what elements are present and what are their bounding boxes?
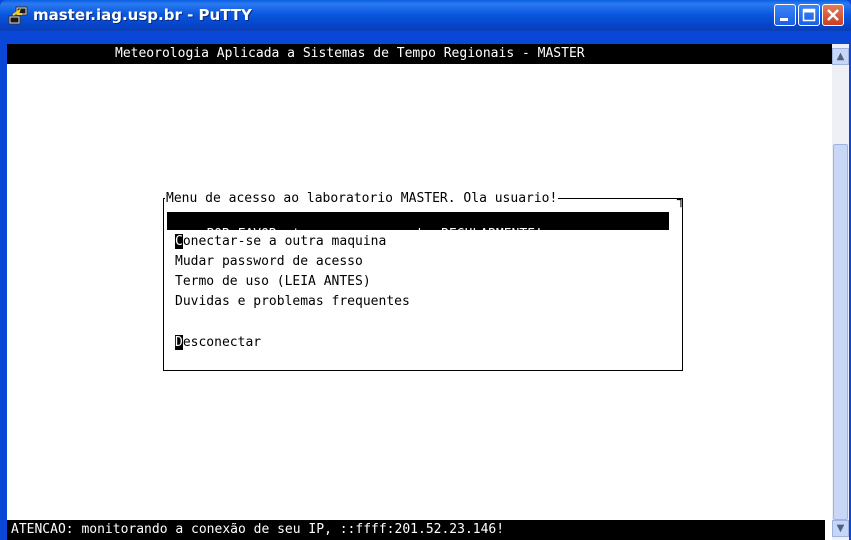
close-button[interactable] bbox=[822, 4, 844, 26]
maximize-icon bbox=[802, 8, 816, 22]
menu-item-connect[interactable]: Conectar-se a outra maquina bbox=[175, 234, 386, 249]
vertical-scrollbar[interactable]: ▲ ▼ bbox=[832, 44, 849, 540]
menu-item-disconnect[interactable]: Desconectar bbox=[175, 335, 261, 350]
menu-item-change-password-notice[interactable]: POR FAVOR: troque a sua senha REGULARMEN… bbox=[167, 212, 669, 242]
terminal-header-bar: Meteorologia Aplicada a Sistemas de Temp… bbox=[7, 44, 832, 64]
menu-item-faq[interactable]: Duvidas e problemas frequentes bbox=[175, 294, 410, 309]
scroll-thumb[interactable] bbox=[833, 144, 848, 520]
close-icon bbox=[827, 9, 839, 21]
scroll-down-icon[interactable]: ▼ bbox=[832, 520, 849, 537]
title-bar[interactable]: master.iag.usp.br - PuTTY bbox=[0, 0, 851, 31]
scroll-up-icon[interactable]: ▲ bbox=[832, 48, 849, 65]
hotkey-c: C bbox=[175, 234, 183, 249]
terminal-header: Meteorologia Aplicada a Sistemas de Temp… bbox=[115, 46, 585, 61]
menu-item-terms-of-use[interactable]: Termo de uso (LEIA ANTES) bbox=[175, 274, 371, 289]
minimize-icon bbox=[780, 18, 788, 21]
maximize-button[interactable] bbox=[798, 4, 820, 26]
hotkey-d: D bbox=[175, 335, 183, 350]
status-bar: ATENCAO: monitorando a conexão de seu IP… bbox=[7, 520, 825, 540]
putty-icon bbox=[8, 6, 28, 25]
status-text: ATENCAO: monitorando a conexão de seu IP… bbox=[11, 522, 505, 537]
menu-item-change-password[interactable]: Mudar password de acesso bbox=[175, 254, 363, 269]
menu-title: Menu de acesso ao laboratorio MASTER. Ol… bbox=[165, 191, 559, 206]
menu-corner: ┐ bbox=[677, 193, 685, 208]
window-title: master.iag.usp.br - PuTTY bbox=[33, 6, 252, 24]
minimize-button[interactable] bbox=[774, 4, 796, 26]
terminal-area[interactable]: Meteorologia Aplicada a Sistemas de Temp… bbox=[7, 44, 832, 540]
